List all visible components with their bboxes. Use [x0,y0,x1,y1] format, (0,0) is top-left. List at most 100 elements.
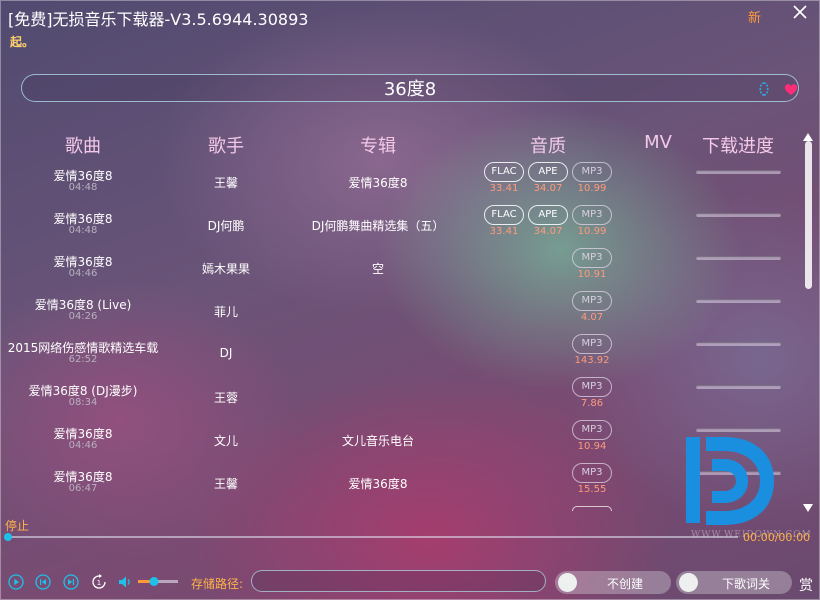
song-duration: 04:48 [68,225,98,236]
mp3-button[interactable]: MP3 [572,377,612,397]
ape-button[interactable]: APE [528,205,568,225]
album-name[interactable]: 文儿音乐电台 [342,432,414,449]
scroll-down-button[interactable] [803,497,813,516]
header-song: 歌曲 [65,136,101,157]
save-path-label: 存储路径: [191,577,244,591]
mp3-size: 4.07 [580,312,604,323]
mp3-button[interactable]: MP3 [572,463,612,483]
seek-bar[interactable] [4,533,738,541]
flac-button[interactable]: FLAC [484,162,524,182]
close-button[interactable] [790,2,810,22]
download-progress-bar [696,256,781,260]
search-bar [21,74,799,102]
table-row[interactable]: 爱情36度8 (Live) 04:26 菲儿 MP3 4.07 [0,291,800,334]
download-lyrics-toggle[interactable]: 下歌词关 [676,571,792,594]
artist-name[interactable]: DJ [220,346,233,360]
loop-one-icon: 1 [92,574,106,589]
scroll-down-icon [803,504,813,512]
create-folder-toggle[interactable]: 不创建 [555,571,671,594]
search-input[interactable] [22,75,798,101]
album-name[interactable]: 空 [372,260,384,277]
download-progress-bar [696,428,781,432]
close-icon [793,5,807,19]
search-button[interactable] [757,81,771,97]
artist-name[interactable]: 嫣木果果 [202,260,250,277]
play-button[interactable] [8,574,24,590]
mp3-button[interactable]: MP3 [572,248,612,268]
table-row[interactable]: 爱情36度8 04:46 嫣木果果 空 MP3 10.91 [0,248,800,291]
mp3-button[interactable]: MP3 [572,162,612,182]
table-row[interactable]: 爱情36度8 04:48 王馨 爱情36度8 FLAC 33.41 APE 34.0… [0,162,800,205]
header-quality: 音质 [530,136,566,157]
toggle-knob [679,573,698,592]
mp3-size: 7.86 [580,398,604,409]
flac-size: 33.41 [489,226,519,237]
time-display: 00:00/00:00 [743,531,811,544]
volume-icon [119,576,130,588]
flac-button[interactable]: FLAC [484,205,524,225]
download-progress-bar [696,385,781,389]
flac-size: 33.41 [489,183,519,194]
mp3-button[interactable]: MP3 [572,291,612,311]
table-row[interactable]: 爱情36度8 (DJ漫步) 08:34 王蓉 MP3 7.86 [0,377,800,420]
artist-name[interactable]: 文儿 [214,432,238,449]
volume-knob[interactable] [149,577,159,586]
prev-icon [35,574,51,590]
play-icon [8,574,24,590]
volume-slider[interactable] [138,577,178,586]
table-row[interactable]: 爱情36度8 04:48 DJ何鹏 DJ何鹏舞曲精选集（五） FLAC 33.41… [0,205,800,248]
mp3-size: 143.92 [574,355,610,366]
song-duration: 04:46 [68,268,98,279]
header-progress: 下载进度 [702,136,774,157]
table-row[interactable]: 爱情36度8 06:47 王馨 爱情36度8 MP3 15.55 [0,463,800,506]
song-duration: 04:46 [68,440,98,451]
svg-text:1: 1 [97,579,101,587]
artist-name[interactable]: DJ何鹏 [208,217,245,234]
scroll-up-icon [803,133,813,141]
song-duration: 04:26 [68,311,98,322]
logo [684,433,776,529]
album-name[interactable]: 爱情36度8 [349,174,408,191]
new-button[interactable]: 新 [748,7,761,26]
mp3-size: 15.55 [577,484,607,495]
toggle-label: 不创建 [607,577,644,591]
seek-knob[interactable] [4,533,12,541]
table-row[interactable]: 2015网络伤感情歌精选车载 62:52 DJ MP3 143.92 [0,334,800,377]
mp3-button[interactable]: MP3 [572,420,612,440]
next-button[interactable] [63,574,79,590]
save-path-input[interactable] [251,570,546,592]
ape-button[interactable]: APE [528,162,568,182]
header-artist: 歌手 [208,136,244,157]
mp3-size: 10.99 [577,226,607,237]
ape-size: 34.07 [533,226,563,237]
mp3-button-partial[interactable] [572,506,612,511]
download-progress-bar [696,170,781,174]
artist-name[interactable]: 菲儿 [214,303,238,320]
table-row[interactable]: 爱情36度8 04:46 文儿 文儿音乐电台 MP3 10.94 [0,420,800,463]
artist-name[interactable]: 王馨 [214,174,238,191]
loop-mode-button[interactable]: 1 [91,574,107,590]
download-progress-bar [696,213,781,217]
toggle-label: 下歌词关 [722,577,771,591]
window-title: [免费]无损音乐下载器-V3.5.6944.30893 [8,10,309,29]
favorite-button[interactable] [783,81,799,97]
reward-button[interactable]: 赏 [799,575,813,595]
previous-button[interactable] [35,574,51,590]
download-progress-bar [696,299,781,303]
scrollbar-thumb[interactable] [805,141,812,289]
song-duration: 08:34 [68,397,98,408]
search-icon [759,82,769,96]
artist-name[interactable]: 王蓉 [214,389,238,406]
song-duration: 06:47 [68,483,98,494]
ape-size: 34.07 [533,183,563,194]
album-name[interactable]: DJ何鹏舞曲精选集（五） [312,217,445,234]
artist-name[interactable]: 王馨 [214,475,238,492]
mp3-size: 10.91 [577,269,607,280]
window-subtitle: 起。 [10,35,35,49]
song-duration: 62:52 [68,354,98,365]
mp3-button[interactable]: MP3 [572,334,612,354]
header-mv: MV [644,132,672,153]
mp3-button[interactable]: MP3 [572,205,612,225]
album-name[interactable]: 爱情36度8 [349,475,408,492]
volume-button[interactable] [117,574,133,590]
